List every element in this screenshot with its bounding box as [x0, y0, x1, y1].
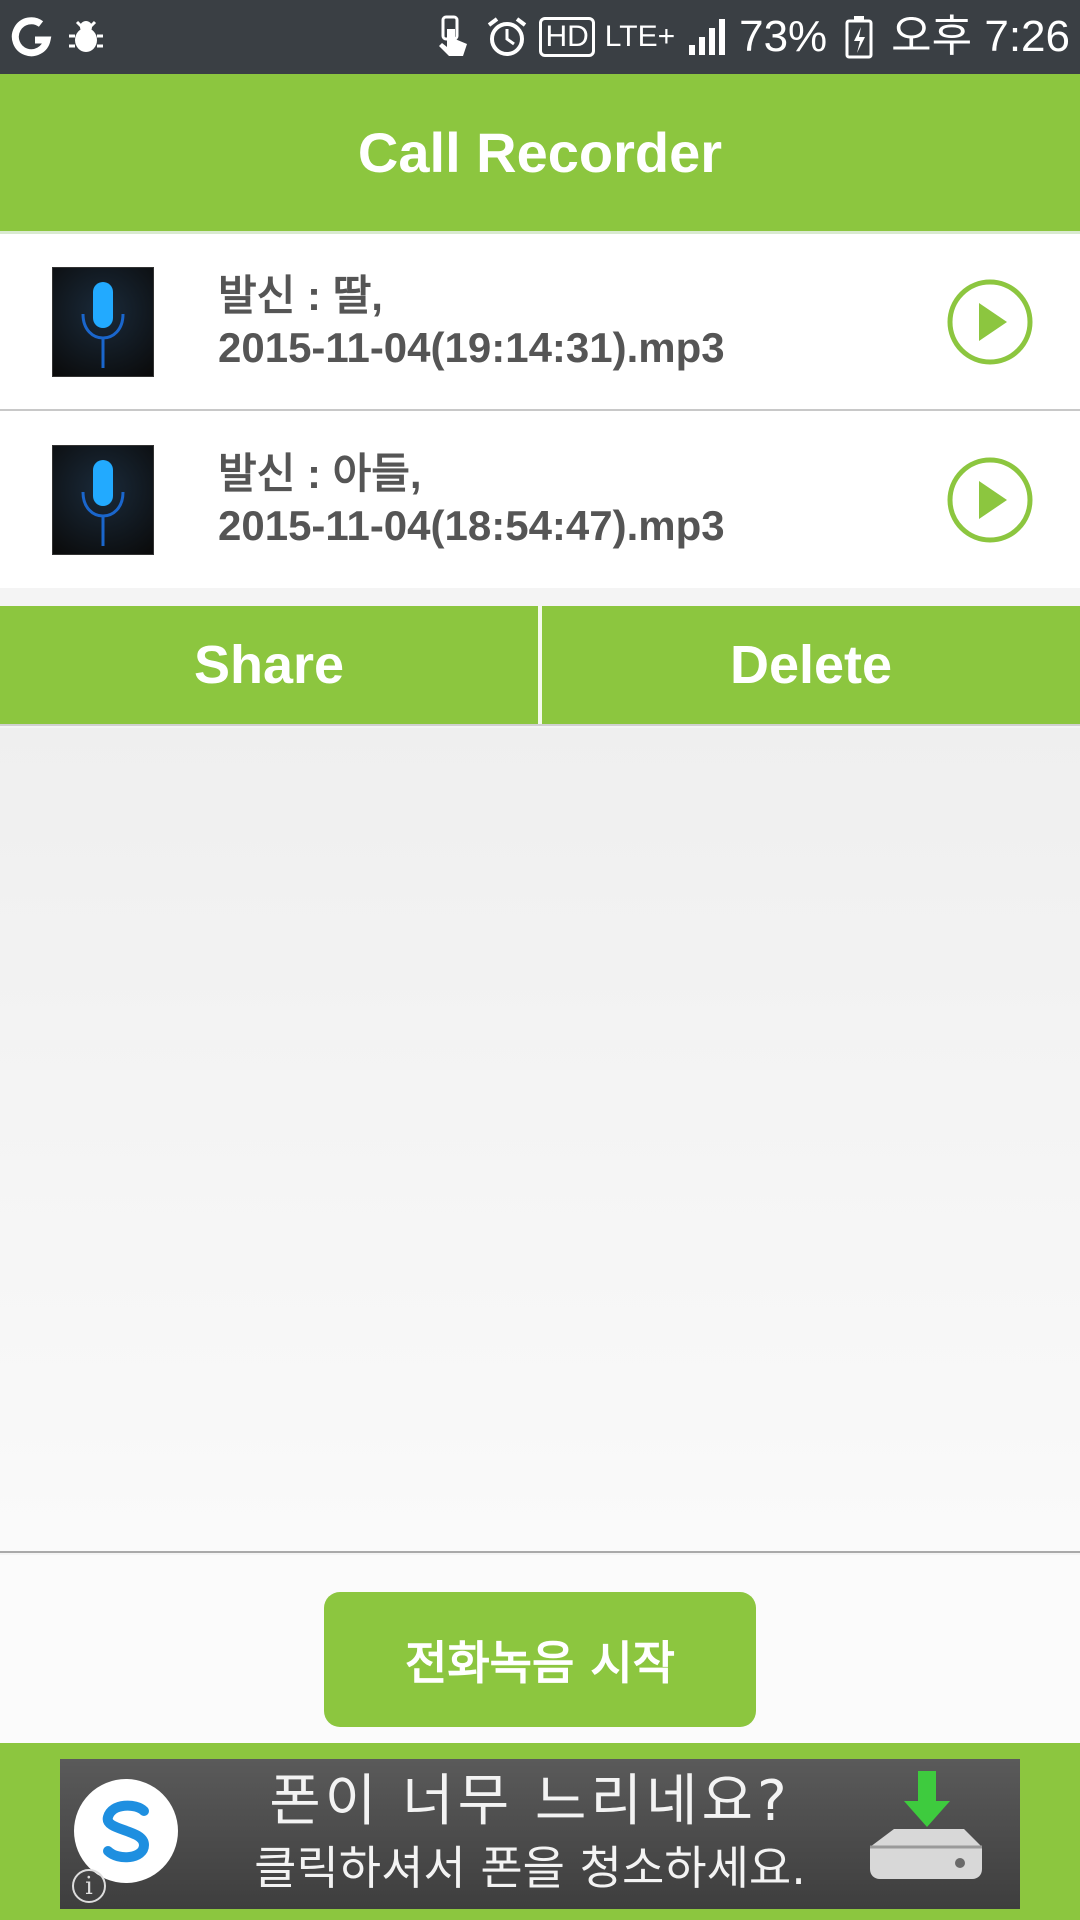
- ad-text: 폰이 너무 느리네요? 클릭하셔서 폰을 청소하세요.: [190, 1767, 870, 1899]
- status-bar-right: HD LTE+ 73% 오후 7:26: [431, 15, 1070, 59]
- recording-filename: 2015-11-04(19:14:31).mp3: [218, 323, 725, 371]
- delete-button[interactable]: Delete: [542, 606, 1080, 724]
- ad-headline: 폰이 너무 느리네요?: [269, 1769, 791, 1834]
- microphone-icon: [52, 444, 154, 555]
- touch-icon: [431, 15, 475, 59]
- cleaner-logo-icon: [74, 1779, 178, 1883]
- list-item[interactable]: 발신 : 아들, 2015-11-04(18:54:47).mp3: [0, 411, 1080, 588]
- ad-info-icon[interactable]: i: [72, 1869, 106, 1903]
- download-drive-icon: [860, 1767, 990, 1897]
- bug-icon: [64, 15, 108, 59]
- lte-icon: LTE+: [604, 20, 676, 53]
- recording-info: 발신 : 아들, 2015-11-04(18:54:47).mp3: [218, 448, 944, 552]
- signal-icon: [685, 15, 729, 59]
- ad-area: 폰이 너무 느리네요? 클릭하셔서 폰을 청소하세요. i: [0, 1743, 1080, 1920]
- recording-list: 발신 : 딸, 2015-11-04(19:14:31).mp3 발신 : 아들…: [0, 234, 1080, 588]
- recording-info: 발신 : 딸, 2015-11-04(19:14:31).mp3: [218, 270, 944, 374]
- play-icon: [947, 279, 1033, 364]
- clock: 오후 7:26: [891, 12, 1070, 61]
- play-icon: [947, 457, 1033, 542]
- battery-icon: [837, 15, 881, 59]
- share-button[interactable]: Share: [0, 606, 538, 724]
- microphone-icon: [52, 266, 154, 377]
- recording-caller: 발신 : 아들,: [218, 449, 422, 497]
- carrier-logo-icon: [10, 15, 54, 59]
- action-divider: [538, 606, 542, 724]
- empty-area: [0, 728, 1080, 1553]
- play-button[interactable]: [944, 276, 1036, 368]
- play-button[interactable]: [944, 454, 1036, 546]
- status-bar-left: [10, 15, 108, 59]
- recording-caller: 발신 : 딸,: [218, 271, 383, 319]
- app-bar: Call Recorder: [0, 74, 1080, 234]
- bottom-panel: 전화녹음 시작: [0, 1555, 1080, 1743]
- action-bar: Share Delete: [0, 606, 1080, 726]
- page-title: Call Recorder: [357, 121, 723, 184]
- hd-voice-icon: HD: [539, 17, 595, 57]
- list-item[interactable]: 발신 : 딸, 2015-11-04(19:14:31).mp3: [0, 234, 1080, 411]
- status-bar: HD LTE+ 73% 오후 7:26: [0, 0, 1080, 74]
- battery-percent: 73%: [739, 12, 828, 61]
- recording-filename: 2015-11-04(18:54:47).mp3: [218, 501, 725, 549]
- ad-subline: 클릭하셔서 폰을 청소하세요.: [254, 1841, 806, 1895]
- ad-banner[interactable]: 폰이 너무 느리네요? 클릭하셔서 폰을 청소하세요. i: [60, 1759, 1020, 1909]
- alarm-icon: [485, 15, 529, 59]
- start-recording-button[interactable]: 전화녹음 시작: [324, 1592, 756, 1727]
